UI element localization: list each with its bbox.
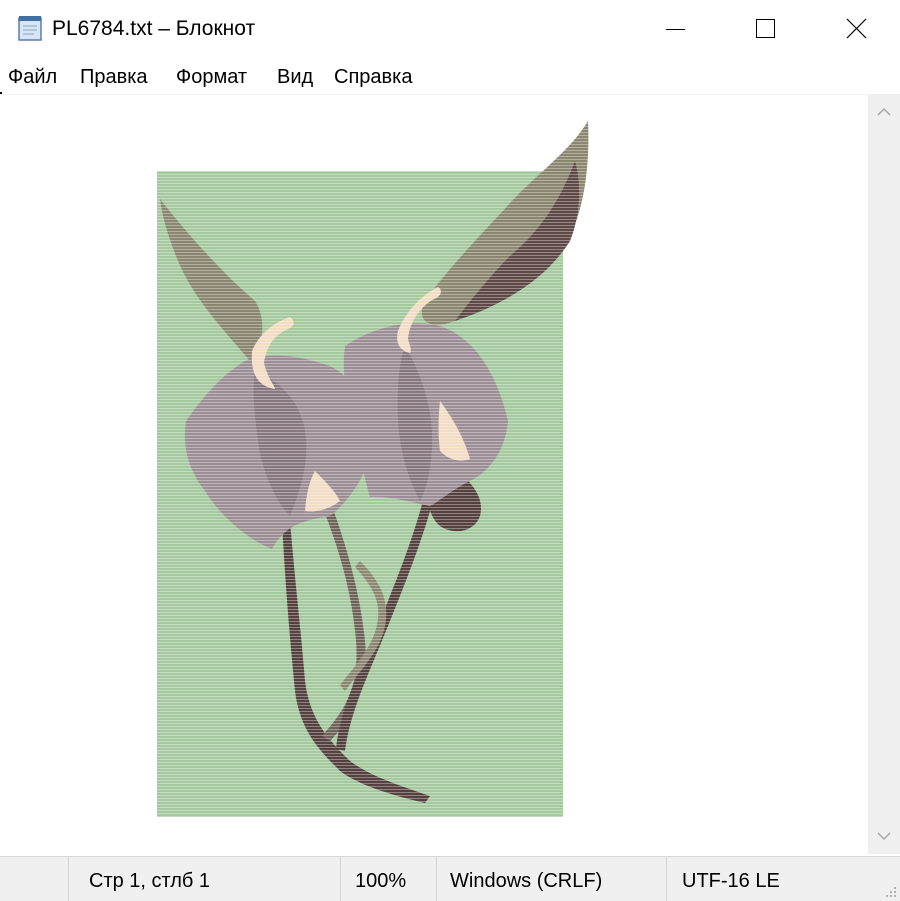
chevron-down-icon — [877, 832, 891, 841]
status-separator — [436, 857, 437, 901]
status-bar: Стр 1, стлб 1 100% Windows (CRLF) UTF-16… — [0, 856, 900, 901]
status-separator — [68, 857, 69, 901]
status-separator — [666, 857, 667, 901]
resize-grip-icon[interactable] — [884, 885, 898, 899]
minimize-button[interactable] — [630, 0, 720, 58]
menu-edit[interactable]: Правка — [80, 64, 148, 90]
maximize-icon — [756, 19, 775, 38]
maximize-button[interactable] — [720, 0, 810, 58]
close-icon — [846, 18, 867, 39]
status-zoom: 100% — [355, 870, 407, 892]
notepad-icon — [18, 16, 42, 41]
vertical-scrollbar[interactable] — [868, 94, 900, 854]
close-button[interactable] — [810, 0, 900, 58]
status-encoding: UTF-16 LE — [682, 870, 780, 892]
menu-file[interactable]: Файл — [8, 64, 57, 90]
title-bar[interactable]: PL6784.txt – Блокнот — [0, 0, 900, 58]
status-line-endings: Windows (CRLF) — [450, 870, 603, 892]
scroll-down-button[interactable] — [868, 820, 900, 854]
menu-help[interactable]: Справка — [334, 64, 412, 90]
minimize-icon — [666, 29, 685, 30]
scroll-up-button[interactable] — [868, 94, 900, 128]
menu-bar: Файл Правка Формат Вид Справка — [0, 62, 900, 92]
text-editor[interactable] — [0, 94, 868, 855]
status-separator — [340, 857, 341, 901]
menu-view[interactable]: Вид — [277, 64, 313, 90]
flower-ascii-art — [157, 121, 597, 817]
status-position: Стр 1, стлб 1 — [89, 870, 211, 892]
chevron-up-icon — [877, 107, 891, 116]
menu-format[interactable]: Формат — [176, 64, 247, 90]
window-title: PL6784.txt – Блокнот — [52, 17, 256, 40]
